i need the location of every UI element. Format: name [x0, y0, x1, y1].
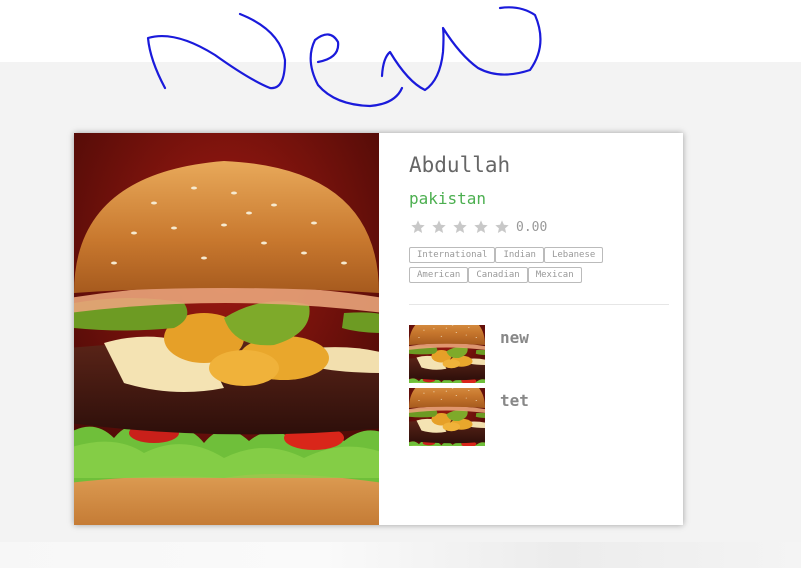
- divider: [409, 304, 669, 305]
- menu-item-label[interactable]: tet: [500, 391, 529, 410]
- menu-list: new tet: [409, 325, 669, 451]
- cuisine-tags: International Indian Lebanese American C…: [409, 247, 639, 283]
- rating: 0.00: [409, 219, 547, 235]
- cuisine-tag[interactable]: American: [409, 267, 469, 283]
- menu-item[interactable]: new: [409, 325, 669, 388]
- restaurant-country: pakistan: [409, 189, 487, 208]
- restaurant-name[interactable]: Abdullah: [409, 153, 510, 177]
- menu-item-thumbnail[interactable]: [409, 388, 485, 446]
- star-icon[interactable]: [493, 219, 511, 235]
- menu-item-thumbnail[interactable]: [409, 325, 485, 383]
- cuisine-tag[interactable]: International: [409, 247, 496, 263]
- cuisine-tag[interactable]: Mexican: [527, 267, 582, 283]
- rating-value: 0.00: [516, 219, 548, 235]
- star-icon[interactable]: [409, 219, 427, 235]
- menu-item-label[interactable]: new: [500, 328, 529, 347]
- star-icon[interactable]: [451, 219, 469, 235]
- menu-item[interactable]: tet: [409, 388, 669, 451]
- star-icon[interactable]: [472, 219, 490, 235]
- cuisine-tag[interactable]: Canadian: [468, 267, 528, 283]
- restaurant-info: Abdullah pakistan 0.00 International Ind…: [409, 133, 669, 525]
- star-icon[interactable]: [430, 219, 448, 235]
- top-area: [0, 0, 801, 62]
- cuisine-tag[interactable]: Lebanese: [543, 247, 604, 263]
- restaurant-hero-image: [74, 133, 379, 525]
- restaurant-card[interactable]: Abdullah pakistan 0.00 International Ind…: [74, 133, 683, 525]
- cuisine-tag[interactable]: Indian: [495, 247, 544, 263]
- footer-background: [0, 542, 801, 568]
